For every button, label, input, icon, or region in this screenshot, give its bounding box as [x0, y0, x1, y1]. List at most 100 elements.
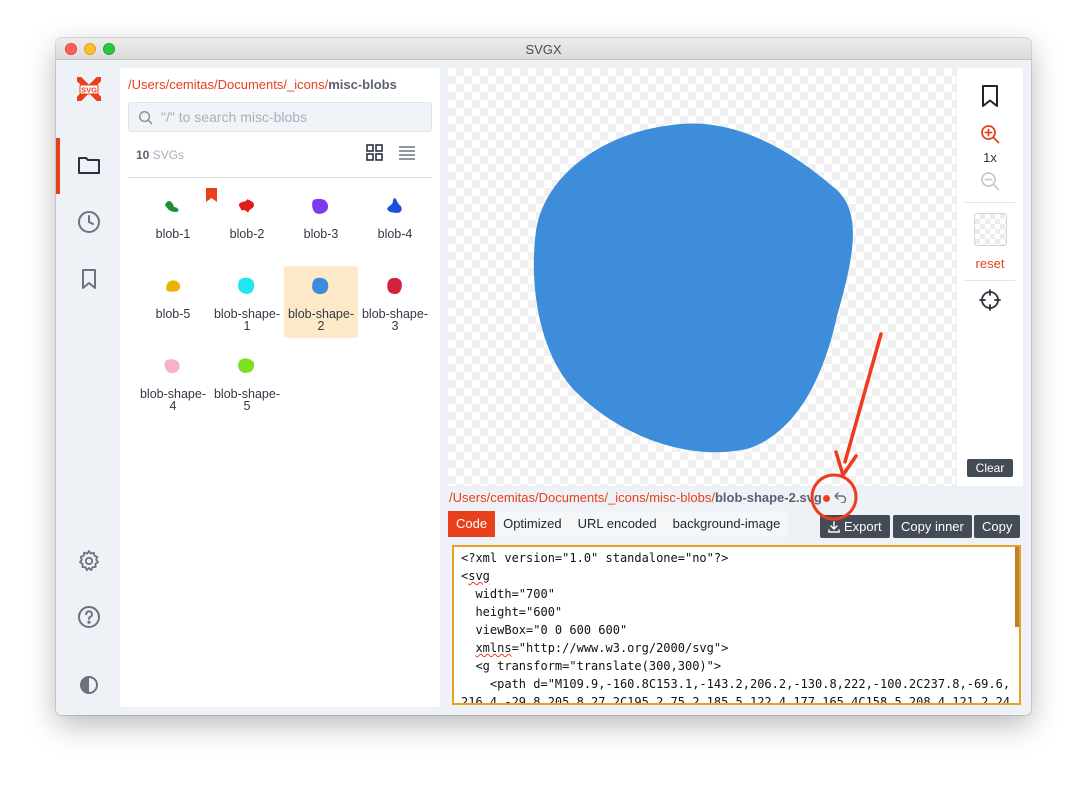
zoom-out-icon[interactable] — [957, 171, 1023, 191]
code-line: height="600" — [461, 605, 563, 619]
undo-icon[interactable] — [834, 491, 847, 506]
svg-tile[interactable]: blob-shape-5 — [210, 346, 284, 418]
svgx-logo-icon: SVG — [76, 76, 102, 102]
tab-background-image[interactable]: background-image — [665, 511, 789, 537]
svg-count-unit: SVGs — [152, 148, 185, 162]
help-icon[interactable] — [76, 604, 102, 630]
folder-icon[interactable] — [76, 152, 102, 178]
svg-tile[interactable]: blob-shape-4 — [136, 346, 210, 418]
background-swatch[interactable] — [974, 213, 1007, 246]
svg-tile[interactable]: blob-shape-2 — [284, 266, 358, 338]
svg-thumbnail — [387, 198, 402, 213]
code-scrollbar[interactable] — [1015, 547, 1019, 627]
svg-tile[interactable]: blob-shape-1 — [210, 266, 284, 338]
divider — [965, 202, 1015, 203]
crosshair-icon[interactable] — [957, 289, 1023, 311]
grid-view-icon[interactable] — [366, 144, 383, 166]
svg-tile-label: blob-4 — [377, 227, 413, 241]
current-filename: blob-shape-2.svg — [714, 490, 822, 505]
tab-url-encoded[interactable]: URL encoded — [570, 511, 665, 537]
svg-tile-label: blob-shape-5 — [213, 387, 280, 413]
svg-tile-label: blob-shape-3 — [361, 307, 428, 333]
clock-icon[interactable] — [76, 209, 102, 235]
code-line: viewBox="0 0 600 600" — [461, 623, 628, 637]
svg-tile[interactable]: blob-1 — [136, 186, 210, 258]
code-tabs: Code Optimized URL encoded background-im… — [448, 511, 789, 537]
svg-thumbnail — [312, 277, 329, 295]
code-line: width="700" — [461, 587, 555, 601]
code-line: 216.4,-29.8,205.8,27.2C195.2,75.2,185.5,… — [461, 695, 1011, 705]
breadcrumb: /Users/cemitas/Documents/_icons/misc-blo… — [128, 77, 397, 92]
code-line: <path d="M109.9,-160.8C153.1,-143.2,206.… — [461, 677, 1011, 691]
svg-thumbnail — [238, 358, 255, 373]
search-box — [128, 102, 432, 132]
path-users[interactable]: Users — [453, 490, 487, 505]
search-input[interactable] — [161, 108, 421, 126]
svg-thumbnail — [165, 200, 179, 212]
svg-tile[interactable]: blob-5 — [136, 266, 210, 338]
bookmark-icon[interactable] — [957, 84, 1023, 108]
sidebar-rail: SVG — [56, 60, 120, 715]
svg-thumbnail — [312, 198, 329, 214]
code-editor[interactable]: <?xml version="1.0" standalone="no"?> <s… — [452, 545, 1021, 705]
blob-shape-2-preview — [533, 123, 853, 453]
list-view-icon[interactable] — [398, 144, 416, 166]
svg-tile-label: blob-shape-2 — [287, 307, 354, 333]
gear-icon[interactable] — [76, 548, 102, 574]
svg-thumbnail — [166, 280, 181, 292]
reset-button[interactable]: reset — [957, 256, 1023, 271]
svg-thumbnail — [238, 277, 255, 294]
copy-button[interactable]: Copy — [974, 515, 1021, 538]
svg-tile[interactable]: blob-shape-3 — [358, 266, 432, 338]
svg-preview-canvas[interactable] — [448, 68, 1023, 486]
svg-thumbnail — [238, 199, 255, 213]
contrast-icon[interactable] — [76, 672, 102, 698]
path-icons[interactable]: _icons — [608, 490, 646, 505]
svg-tile-label: blob-5 — [155, 307, 191, 321]
svg-tile[interactable]: blob-4 — [358, 186, 432, 258]
code-line: <g transform="translate(300,300)"> — [461, 659, 722, 673]
code-line: <svg — [461, 569, 490, 583]
path-documents[interactable]: Documents — [539, 490, 605, 505]
svg-tile-label: blob-shape-1 — [213, 307, 280, 333]
code-line: <?xml version="1.0" standalone="no"?> — [461, 551, 729, 565]
clear-button[interactable]: Clear — [967, 459, 1013, 477]
file-path: /Users/cemitas/Documents/_icons/misc-blo… — [449, 490, 847, 506]
svg-tile-label: blob-3 — [303, 227, 339, 241]
copy-inner-button[interactable]: Copy inner — [893, 515, 972, 538]
svg-count-value: 10 — [136, 148, 150, 162]
unsaved-indicator — [822, 495, 830, 503]
svg-thumbnail — [387, 277, 402, 295]
path-cemitas[interactable]: cemitas — [490, 490, 535, 505]
file-browser-panel: /Users/cemitas/Documents/_icons/misc-blo… — [120, 68, 440, 707]
search-icon — [138, 110, 153, 125]
svg-tile-label: blob-1 — [155, 227, 191, 241]
breadcrumb-current-folder: misc-blobs — [328, 77, 397, 92]
window-title: SVGX — [525, 42, 562, 57]
export-label: Export — [844, 519, 882, 534]
title-bar: SVGX — [56, 38, 1031, 60]
tab-optimized[interactable]: Optimized — [495, 511, 570, 537]
tab-code[interactable]: Code — [448, 511, 496, 537]
svg-thumbnail — [164, 359, 180, 374]
app-window: SVGX SVG /Users/cemitas/Documents/_icons… — [56, 38, 1031, 715]
breadcrumb-icons[interactable]: _icons — [287, 77, 325, 92]
svg-tile[interactable]: blob-3 — [284, 186, 358, 258]
breadcrumb-users[interactable]: Users — [132, 77, 166, 92]
bookmark-icon[interactable] — [76, 266, 102, 292]
svg-tile-label: blob-2 — [229, 227, 265, 241]
path-misc-blobs[interactable]: misc-blobs — [649, 490, 711, 505]
zoom-level: 1x — [983, 150, 997, 165]
breadcrumb-documents[interactable]: Documents — [218, 77, 284, 92]
download-icon — [828, 520, 840, 533]
svg-count: 10 SVGs — [136, 148, 184, 162]
svg-tile-label: blob-shape-4 — [139, 387, 206, 413]
divider — [128, 177, 432, 178]
zoom-in-icon[interactable] — [957, 124, 1023, 144]
active-indicator — [56, 138, 60, 194]
svg-tile[interactable]: blob-2 — [206, 186, 284, 258]
export-button[interactable]: Export — [820, 515, 890, 538]
code-line: xmlns="http://www.w3.org/2000/svg"> — [475, 641, 729, 655]
divider — [965, 280, 1015, 281]
breadcrumb-cemitas[interactable]: cemitas — [169, 77, 214, 92]
